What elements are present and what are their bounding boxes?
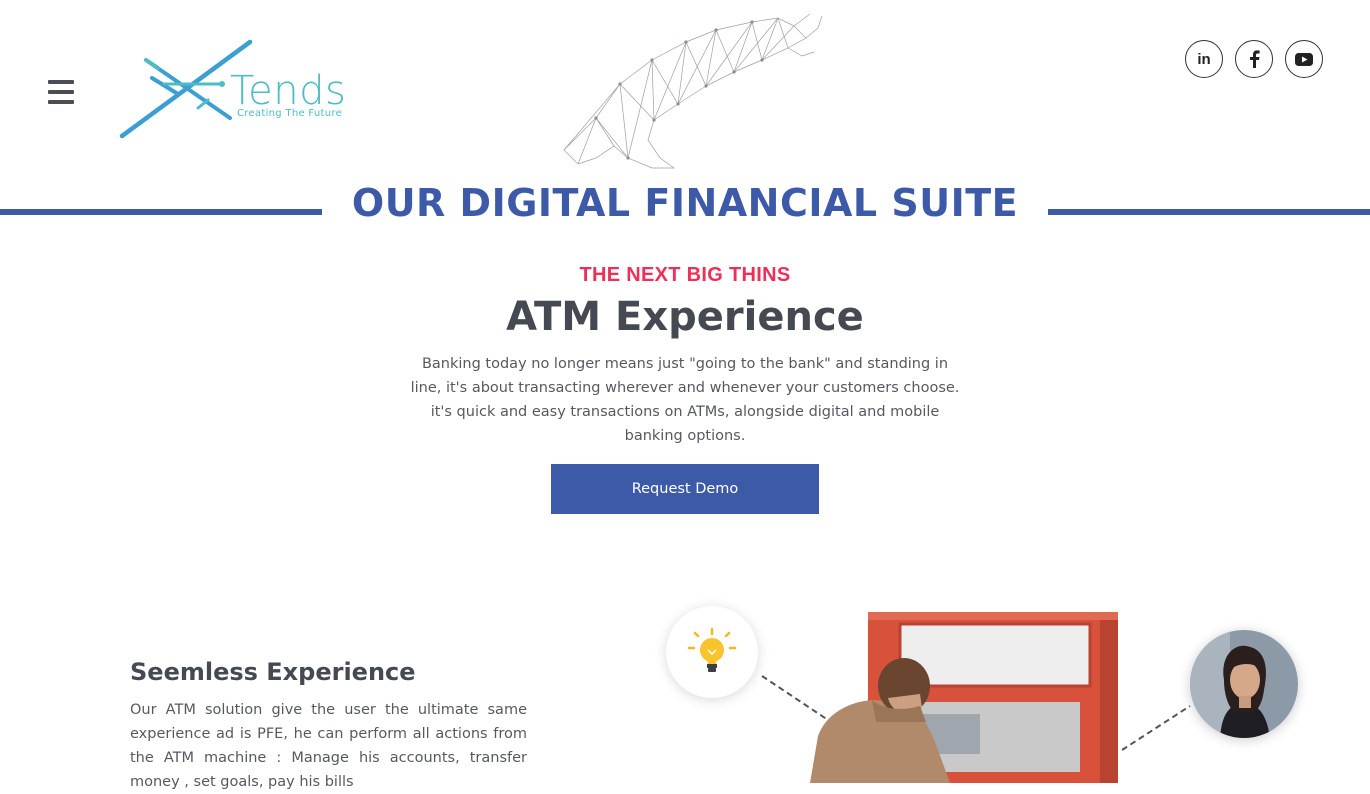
- hero-headline: ATM Experience: [506, 294, 864, 340]
- atm-user-illustration: [761, 612, 1191, 783]
- hamburger-menu-button[interactable]: [48, 80, 74, 104]
- linkedin-button[interactable]: in: [1185, 40, 1223, 78]
- facebook-button[interactable]: [1235, 40, 1273, 78]
- logo-tagline: Creating The Future: [237, 108, 343, 119]
- feature-title: Seemless Experience: [130, 658, 416, 686]
- hamburger-icon-bar: [48, 90, 74, 94]
- hamburger-icon-bar: [48, 100, 74, 104]
- lightbulb-icon: [687, 627, 737, 672]
- youtube-button[interactable]: [1285, 40, 1323, 78]
- idea-badge: [666, 606, 758, 698]
- hero-intro-text: Banking today no longer means just "goin…: [410, 356, 960, 444]
- hamburger-icon-bar: [48, 80, 74, 84]
- customer-avatar: [1190, 630, 1298, 738]
- hero-kicker: THE NEXT BIG THINS: [579, 264, 791, 286]
- facebook-icon: [1250, 50, 1260, 68]
- title-divider-right: [1048, 209, 1370, 215]
- polygon-hand-illustration: [563, 13, 823, 169]
- title-divider-left: [0, 209, 322, 215]
- youtube-icon: [1295, 52, 1313, 66]
- linkedin-icon: in: [1197, 50, 1211, 68]
- suite-title: OUR DIGITAL FINANCIAL SUITE: [351, 181, 1019, 225]
- woman-portrait-image: [1190, 630, 1298, 738]
- request-demo-button[interactable]: Request Demo: [551, 464, 819, 514]
- feature-body: Our ATM solution give the user the ultim…: [130, 702, 527, 790]
